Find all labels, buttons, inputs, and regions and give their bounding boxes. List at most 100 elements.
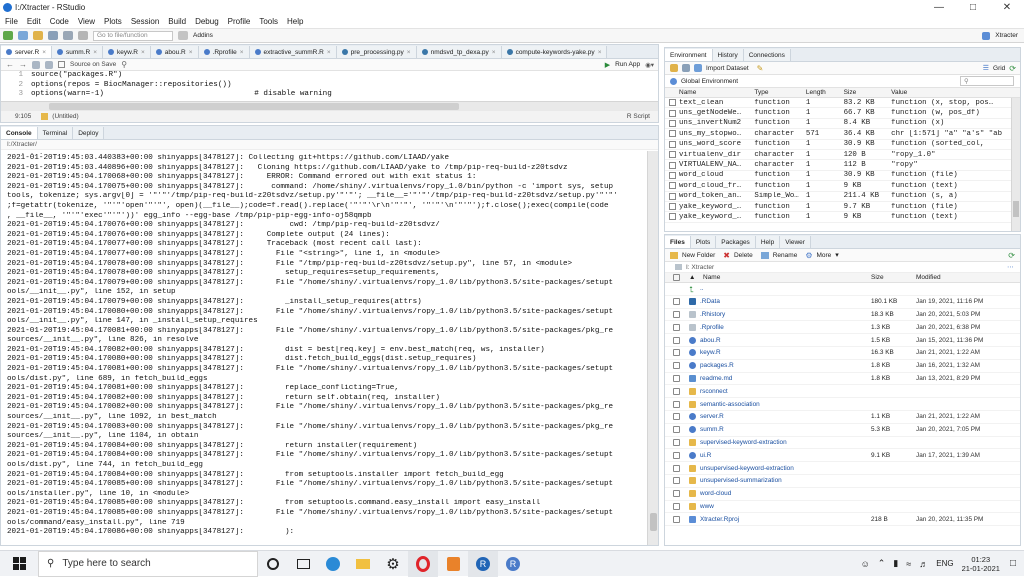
show-in-window-icon[interactable] <box>32 60 40 69</box>
close-icon[interactable]: × <box>189 49 193 56</box>
console-tab[interactable]: Console <box>1 127 38 139</box>
opera-icon[interactable] <box>408 550 438 577</box>
editor-tab[interactable]: summ.R × <box>52 46 103 58</box>
file-name[interactable]: Xtracter.Rproj <box>700 516 871 523</box>
taskbar-search-box[interactable]: ⚲ Type here to search <box>38 550 258 577</box>
menu-edit[interactable]: Edit <box>27 17 41 26</box>
menu-code[interactable]: Code <box>50 17 69 26</box>
environment-row[interactable]: uns_getNodeWe… function 1 66.7 KB function (… <box>665 108 1020 119</box>
file-row[interactable]: .RData 180.1 KB Jan 19, 2021, 11:16 PM <box>665 296 1020 309</box>
people-icon[interactable]: ☺ <box>861 559 870 569</box>
console-tab[interactable]: Terminal <box>37 127 74 139</box>
wifi-icon[interactable]: ≈ <box>906 559 911 569</box>
environment-row[interactable]: uns_word_score function 1 30.9 KB function (… <box>665 140 1020 150</box>
file-row[interactable]: word-cloud <box>665 488 1020 501</box>
sublime-icon[interactable] <box>438 551 468 577</box>
row-checkbox[interactable] <box>669 99 676 107</box>
file-row[interactable]: semantic-association <box>665 398 1020 411</box>
file-name[interactable]: semantic-association <box>700 401 871 408</box>
menu-profile[interactable]: Profile <box>228 17 251 26</box>
file-name[interactable]: readme.md <box>700 375 871 382</box>
environment-scroll-thumb[interactable] <box>1013 201 1019 217</box>
environment-vscroll[interactable] <box>1011 98 1020 231</box>
file-name[interactable]: ui.R <box>700 452 871 459</box>
minimize-icon[interactable]: — <box>922 0 956 15</box>
file-row[interactable]: .Rprofile 1.3 KB Jan 20, 2021, 6:38 PM <box>665 321 1020 335</box>
new-folder-button[interactable]: New Folder <box>682 252 715 259</box>
run-app-button[interactable]: Run App <box>615 61 640 68</box>
files-tab[interactable]: Viewer <box>780 236 811 248</box>
row-checkbox[interactable] <box>669 161 676 169</box>
editor-tab[interactable]: keyw.R × <box>103 46 151 58</box>
editor-tab[interactable]: nmdsvd_tp_dexa.py × <box>416 46 502 58</box>
col-size[interactable]: Size <box>871 274 916 281</box>
row-checkbox[interactable] <box>669 171 676 179</box>
file-row[interactable]: abou.R 1.5 KB Jan 15, 2021, 11:36 PM <box>665 334 1020 347</box>
grid-layout-icon[interactable] <box>178 31 188 40</box>
environment-row[interactable]: text_clean function 1 83.2 KB function (x, s… <box>665 98 1020 109</box>
battery-icon[interactable]: ▮ <box>893 558 898 569</box>
file-checkbox[interactable] <box>673 310 680 318</box>
environment-row[interactable]: VIRTUALENV_NA… character 1 112 B "ropy" <box>665 160 1020 171</box>
row-checkbox[interactable] <box>669 213 676 221</box>
scope-label[interactable]: (Untitled) <box>52 113 78 120</box>
environment-tab[interactable]: Environment <box>665 49 713 61</box>
row-checkbox[interactable] <box>669 109 676 117</box>
close-icon[interactable]: × <box>93 49 97 56</box>
search-icon[interactable]: ⚲ <box>121 60 127 69</box>
new-file-icon[interactable] <box>3 31 13 40</box>
col-modified[interactable]: Modified <box>916 274 1016 281</box>
file-name[interactable]: rsconnect <box>700 388 871 395</box>
environment-tab[interactable]: History <box>712 49 744 61</box>
save-file-icon[interactable] <box>45 60 53 69</box>
rename-button[interactable]: Rename <box>773 252 798 259</box>
file-name[interactable]: unsupervised-keyword-extraction <box>700 465 871 472</box>
code-line[interactable]: options(warn=-1) # disable warning <box>31 90 332 100</box>
menu-tools[interactable]: Tools <box>259 17 278 26</box>
editor-tab[interactable]: compute-keywords-yake.py × <box>501 46 608 58</box>
environment-search-input[interactable]: ⚲ <box>960 76 1014 86</box>
close-icon[interactable]: ✕ <box>990 0 1024 15</box>
language-indicator[interactable]: ENG <box>936 559 953 568</box>
env-col-value[interactable]: Value <box>891 89 1020 96</box>
file-row[interactable]: www <box>665 501 1020 514</box>
row-checkbox[interactable] <box>669 203 676 211</box>
col-name[interactable]: Name <box>703 274 871 281</box>
delete-button[interactable]: Delete <box>734 252 753 259</box>
code-line[interactable]: source("packages.R") <box>31 71 332 81</box>
editor-hscroll[interactable] <box>1 101 658 111</box>
file-row[interactable]: Xtracter.Rproj 218 B Jan 20, 2021, 11:35 P… <box>665 513 1020 527</box>
file-name[interactable]: supervised-keyword-extraction <box>700 439 871 446</box>
edge-icon[interactable] <box>318 551 348 577</box>
maximize-icon[interactable]: □ <box>956 0 990 15</box>
goto-file-input[interactable]: Go to file/function <box>93 30 173 41</box>
file-checkbox[interactable] <box>673 362 680 370</box>
row-checkbox[interactable] <box>669 130 676 138</box>
code-text[interactable]: source("packages.R") options(repos = Bioc… <box>27 71 332 101</box>
close-icon[interactable]: × <box>240 49 244 56</box>
environment-row[interactable]: virtualenv_dir character 1 120 B "ropy_1.0" <box>665 150 1020 161</box>
project-menu[interactable]: Xtracter <box>995 32 1018 39</box>
file-checkbox[interactable] <box>673 490 680 498</box>
more-button[interactable]: More <box>816 252 831 259</box>
close-icon[interactable]: × <box>407 49 411 56</box>
file-name[interactable]: .Rhistory <box>700 311 871 318</box>
save-all-icon[interactable] <box>63 31 73 40</box>
addins-menu[interactable]: Addins <box>193 32 213 39</box>
code-area[interactable]: 123 source("packages.R") options(repos = … <box>1 71 658 101</box>
forward-arrow-icon[interactable]: → <box>19 60 27 69</box>
file-name[interactable]: abou.R <box>700 337 871 344</box>
file-name[interactable]: .RData <box>700 298 871 305</box>
source-on-save-checkbox[interactable] <box>58 61 65 68</box>
file-row[interactable]: packages.R 1.8 KB Jan 16, 2021, 1:32 AM <box>665 360 1020 373</box>
file-row[interactable]: rsconnect <box>665 385 1020 399</box>
refresh-icon[interactable]: ⟳ <box>1009 64 1016 73</box>
cortana-icon[interactable] <box>258 551 288 577</box>
select-all-checkbox[interactable] <box>673 274 680 281</box>
environment-tab[interactable]: Connections <box>743 49 791 61</box>
save-workspace-icon[interactable] <box>682 64 690 72</box>
menu-view[interactable]: View <box>78 17 95 26</box>
file-checkbox[interactable] <box>673 451 680 459</box>
editor-tab[interactable]: server.R × <box>1 46 52 58</box>
env-col-type[interactable]: Type <box>754 89 806 96</box>
